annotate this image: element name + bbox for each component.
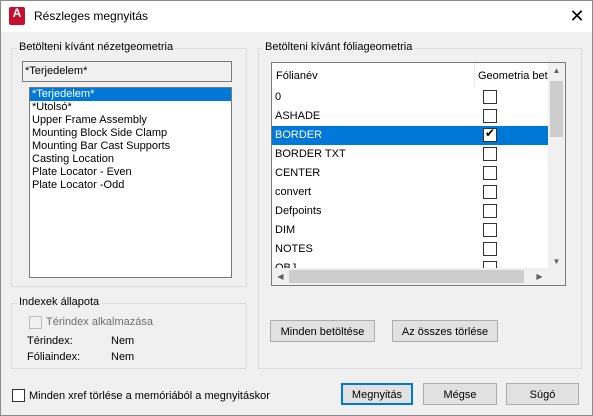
load-geometry-checkbox[interactable]	[483, 204, 497, 218]
layer-name: NOTES	[275, 243, 313, 255]
spatial-index-checkbox-label: Térindex alkalmazása	[46, 316, 153, 328]
view-list-item[interactable]: Upper Frame Assembly	[30, 114, 231, 127]
layer-name: 0	[275, 91, 282, 103]
load-all-button[interactable]: Minden betöltése	[270, 320, 375, 342]
view-listbox[interactable]: *Terjedelem* *Utolsó* Upper Frame Assembly…	[29, 87, 232, 278]
unload-xref-checkbox[interactable]	[12, 389, 25, 402]
layer-row[interactable]: convert	[272, 183, 548, 202]
layer-row[interactable]: ASHADE	[272, 107, 548, 126]
layer-name: DIM	[275, 224, 296, 236]
load-geometry-checkbox[interactable]	[483, 242, 497, 256]
load-geometry-checkbox[interactable]: ✔	[483, 126, 497, 142]
layer-row[interactable]: BORDER TXT	[272, 145, 548, 164]
partial-open-dialog: A Részleges megnyitás ✕ Betölteni kívánt…	[0, 0, 593, 416]
layer-name: convert	[275, 186, 312, 198]
view-list-item[interactable]: *Terjedelem*	[30, 88, 231, 101]
layer-name: ASHADE	[275, 110, 321, 122]
layer-row[interactable]: Defpoints	[272, 202, 548, 221]
view-list-item[interactable]: Casting Location	[30, 153, 231, 166]
layer-grid[interactable]: Fólianév Geometria bet 0 ASHADE BORDER ✔ BOR…	[271, 62, 566, 286]
view-geometry-group-label: Betölteni kívánt nézetgeometria	[17, 41, 176, 53]
view-selected-field: *Terjedelem*	[22, 61, 232, 82]
layer-grid-header: Fólianév Geometria bet	[272, 63, 548, 87]
scroll-left-icon[interactable]: ◀	[272, 272, 289, 281]
vertical-scrollbar[interactable]: ▲ ▼	[548, 63, 565, 269]
checkmark-icon: ✔	[485, 126, 496, 140]
view-list-item[interactable]: Plate Locator -Odd	[30, 179, 231, 192]
layer-row[interactable]: DIM	[272, 221, 548, 240]
app-icon-letter: A	[12, 6, 22, 20]
close-icon[interactable]: ✕	[562, 1, 592, 32]
spatial-index-label: Térindex:	[27, 335, 73, 347]
layer-row[interactable]: 0	[272, 88, 548, 107]
load-geometry-checkbox[interactable]	[483, 109, 497, 123]
window-title: Részleges megnyitás	[34, 9, 149, 23]
view-list-item[interactable]: *Utolsó*	[30, 101, 231, 114]
column-header-layer-name[interactable]: Fólianév	[276, 70, 318, 82]
unload-xref-label: Minden xref törlése a memóriából a megny…	[29, 390, 270, 402]
horizontal-scroll-thumb[interactable]	[289, 270, 524, 283]
load-geometry-checkbox[interactable]	[483, 90, 497, 104]
autocad-app-icon: A	[9, 7, 25, 25]
layer-name: CENTER	[275, 167, 321, 179]
layer-row[interactable]: BORDER ✔	[272, 126, 548, 145]
spatial-index-value: Nem	[111, 335, 135, 347]
layer-geometry-group-label: Betölteni kívánt fóliageometria	[263, 41, 415, 53]
clear-all-button[interactable]: Az összes törlése	[392, 320, 498, 342]
layer-row[interactable]: CENTER	[272, 164, 548, 183]
load-geometry-checkbox[interactable]	[483, 147, 497, 161]
load-geometry-checkbox[interactable]	[483, 185, 497, 199]
scroll-down-icon[interactable]: ▼	[548, 257, 565, 266]
view-selected-value: *Terjedelem*	[25, 65, 88, 77]
column-header-geometry[interactable]: Geometria bet	[478, 70, 548, 82]
load-geometry-checkbox[interactable]	[483, 166, 497, 180]
horizontal-scrollbar[interactable]: ◀ ▶	[272, 268, 548, 285]
spatial-index-checkbox[interactable]	[29, 316, 42, 329]
view-list-item[interactable]: Plate Locator - Even	[30, 166, 231, 179]
view-list-item[interactable]: Mounting Bar Cast Supports	[30, 140, 231, 153]
title-bar: A Részleges megnyitás ✕	[1, 1, 592, 32]
index-status-group-label: Indexek állapota	[17, 296, 102, 308]
cancel-button[interactable]: Mégse	[423, 383, 497, 405]
layer-index-label: Fóliaindex:	[27, 351, 81, 363]
open-button[interactable]: Megnyitás	[341, 383, 413, 405]
scroll-right-icon[interactable]: ▶	[531, 272, 548, 281]
scroll-corner	[548, 268, 565, 285]
layer-name: Defpoints	[275, 205, 322, 217]
load-geometry-checkbox[interactable]	[483, 223, 497, 237]
vertical-scroll-thumb[interactable]	[550, 81, 563, 137]
layer-name: BORDER TXT	[275, 148, 346, 160]
view-list-item[interactable]: Mounting Block Side Clamp	[30, 127, 231, 140]
layer-index-value: Nem	[111, 351, 135, 363]
help-button[interactable]: Súgó	[506, 383, 579, 405]
layer-name: BORDER	[275, 129, 323, 141]
layer-row[interactable]: NOTES	[272, 240, 548, 259]
scroll-up-icon[interactable]: ▲	[548, 66, 565, 75]
column-divider[interactable]	[474, 63, 475, 87]
